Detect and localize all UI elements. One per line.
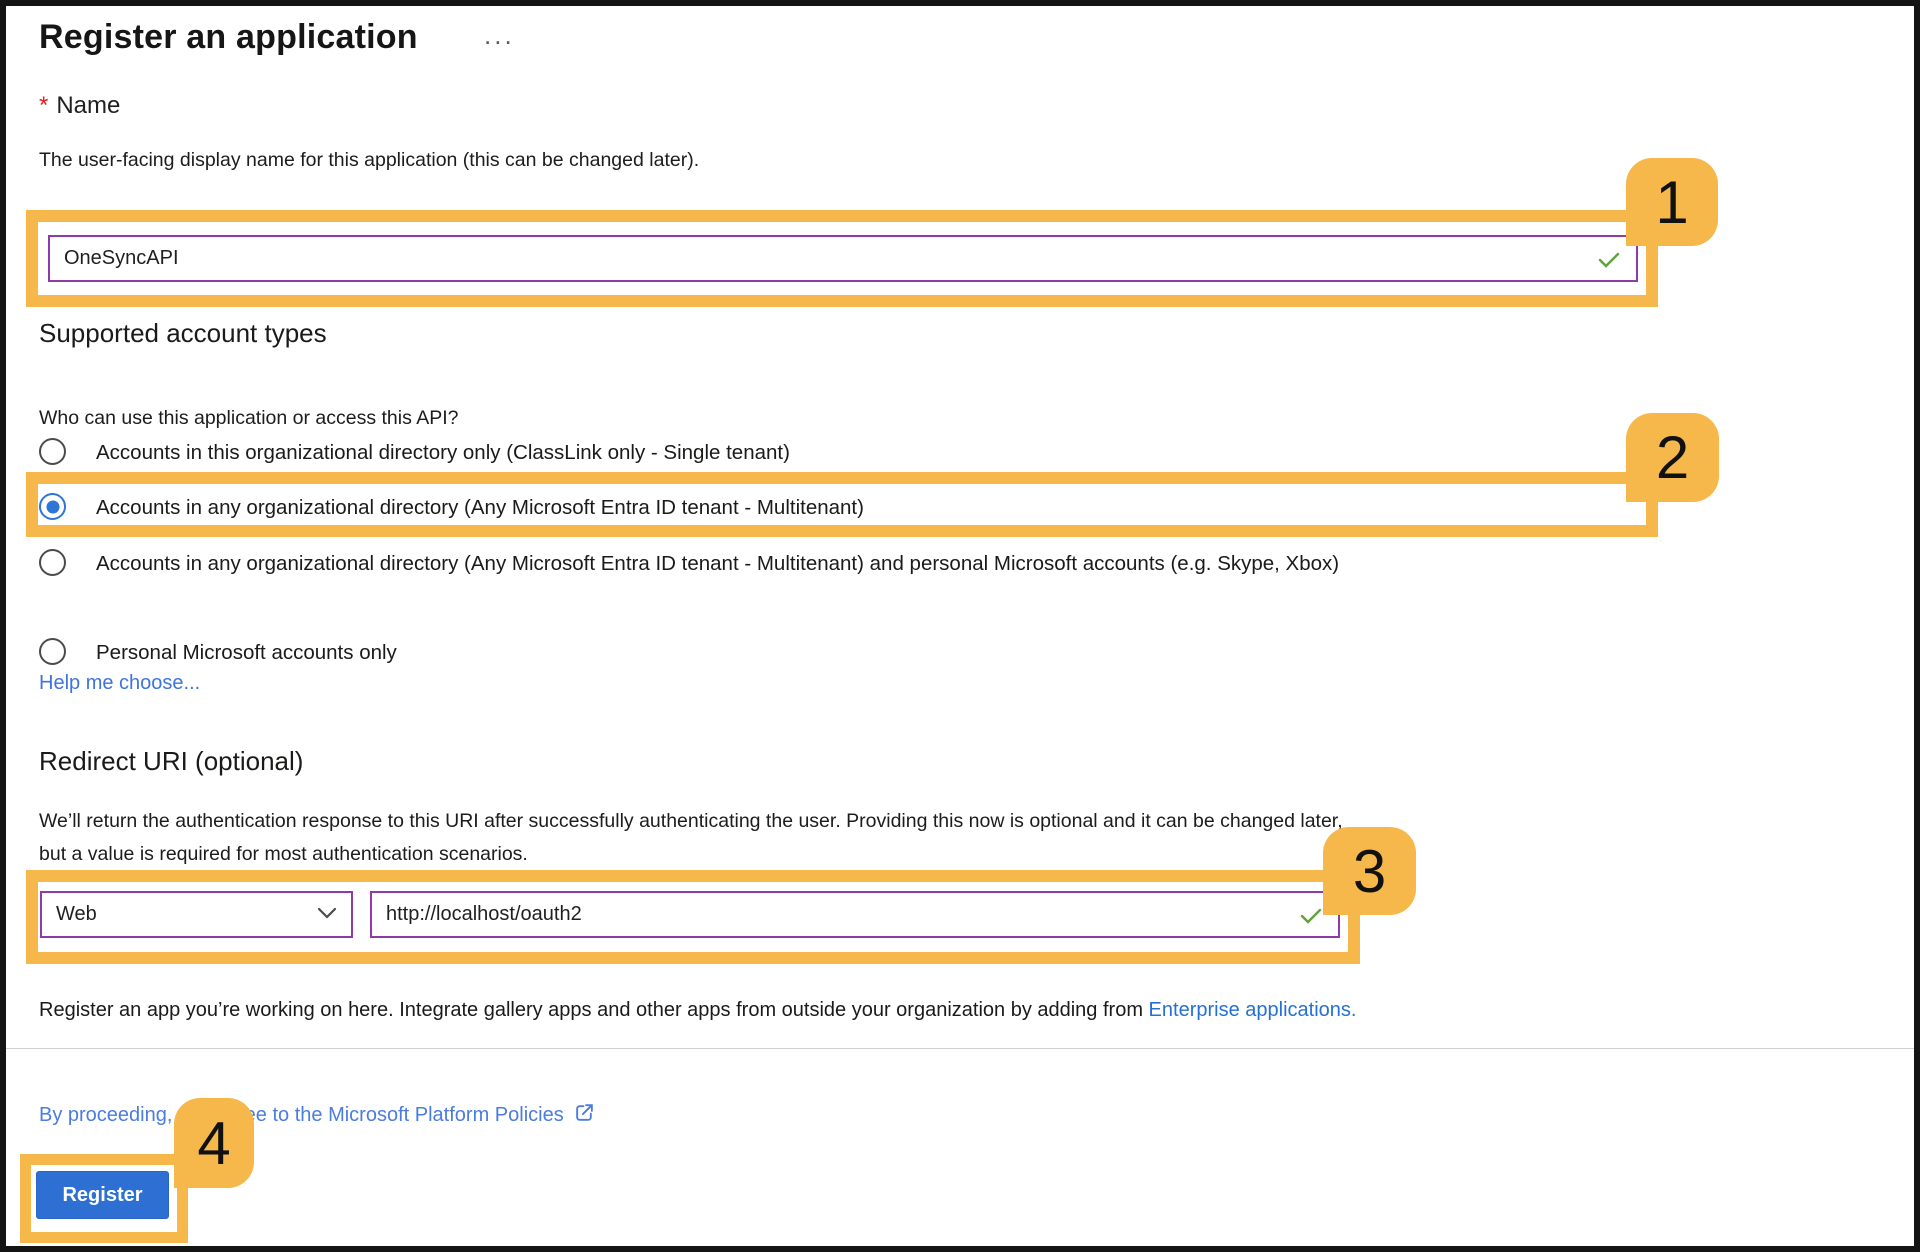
name-input[interactable] bbox=[50, 237, 1636, 280]
name-label-text: Name bbox=[56, 92, 120, 119]
radio-option-label: Accounts in this organizational director… bbox=[96, 436, 790, 470]
enterprise-applications-link[interactable]: Enterprise applications. bbox=[1149, 999, 1357, 1021]
help-me-choose-link[interactable]: Help me choose... bbox=[39, 672, 200, 695]
annotation-badge-1: 1 bbox=[1626, 158, 1718, 246]
radio-option-label: Personal Microsoft accounts only bbox=[96, 636, 397, 670]
valid-check-icon bbox=[1300, 907, 1322, 930]
name-field-description: The user-facing display name for this ap… bbox=[39, 144, 699, 177]
radio-option-single-tenant[interactable]: Accounts in this organizational director… bbox=[39, 436, 790, 470]
radio-option-personal-only[interactable]: Personal Microsoft accounts only bbox=[39, 636, 397, 670]
radio-unselected-icon[interactable] bbox=[39, 638, 66, 665]
radio-unselected-icon[interactable] bbox=[39, 549, 66, 576]
annotation-badge-2: 2 bbox=[1626, 413, 1719, 502]
policy-line: By proceeding, you agree to the Microsof… bbox=[39, 1102, 595, 1129]
radio-option-multitenant[interactable]: Accounts in any organizational directory… bbox=[39, 491, 864, 525]
supported-account-types-heading: Supported account types bbox=[39, 318, 327, 349]
radio-option-label: Accounts in any organizational directory… bbox=[96, 491, 864, 525]
platform-select-dropdown[interactable]: Web bbox=[40, 891, 353, 938]
radio-option-label: Accounts in any organizational directory… bbox=[96, 547, 1339, 581]
required-asterisk: * bbox=[39, 92, 48, 119]
radio-option-multitenant-personal[interactable]: Accounts in any organizational directory… bbox=[39, 547, 1339, 581]
valid-check-icon bbox=[1598, 251, 1620, 274]
redirect-uri-input[interactable] bbox=[372, 893, 1338, 936]
redirect-uri-heading: Redirect URI (optional) bbox=[39, 746, 303, 777]
divider bbox=[6, 1048, 1914, 1049]
chevron-down-icon bbox=[317, 906, 337, 924]
account-types-question: Who can use this application or access t… bbox=[39, 402, 458, 435]
external-link-icon bbox=[574, 1102, 595, 1129]
redirect-uri-description: We’ll return the authentication response… bbox=[39, 805, 1359, 871]
register-button[interactable]: Register bbox=[36, 1171, 169, 1219]
platform-policies-link[interactable]: By proceeding, you agree to the Microsof… bbox=[39, 1104, 564, 1127]
name-input-container bbox=[48, 235, 1638, 282]
more-options-ellipsis-icon[interactable]: ... bbox=[484, 20, 515, 51]
platform-selected-value: Web bbox=[56, 903, 97, 926]
radio-unselected-icon[interactable] bbox=[39, 438, 66, 465]
page-title: Register an application bbox=[39, 18, 418, 57]
radio-selected-icon[interactable] bbox=[39, 493, 66, 520]
name-field-label: * Name bbox=[39, 92, 120, 120]
enterprise-apps-note: Register an app you’re working on here. … bbox=[39, 999, 1356, 1022]
enterprise-note-text: Register an app you’re working on here. … bbox=[39, 999, 1149, 1021]
app-registration-panel: Register an application ... * Name The us… bbox=[0, 0, 1920, 1252]
redirect-uri-input-container bbox=[370, 891, 1340, 938]
